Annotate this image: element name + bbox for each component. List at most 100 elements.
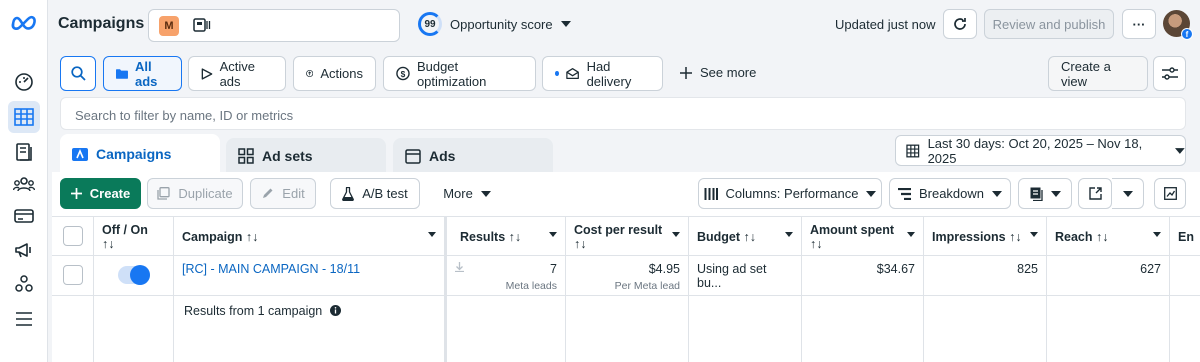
- see-more-filters[interactable]: See more: [680, 65, 756, 80]
- filter-actions[interactable]: Actions: [293, 56, 376, 91]
- create-view-button[interactable]: Create a view: [1048, 56, 1148, 91]
- account-overview-icon[interactable]: [8, 66, 40, 98]
- pencil-icon: [263, 188, 273, 198]
- header-ends-label: En: [1178, 230, 1194, 244]
- duplicate-button[interactable]: Duplicate: [147, 178, 243, 209]
- cost-sub: Per Meta lead: [614, 280, 680, 292]
- header-off-on[interactable]: Off / On ↑↓: [94, 217, 174, 257]
- charts-button[interactable]: [1154, 178, 1186, 209]
- summary-blank-cell: [94, 296, 174, 362]
- plus-icon: [680, 66, 692, 79]
- search-toggle-button[interactable]: [60, 56, 96, 91]
- filter-all-ads-label: All ads: [134, 58, 158, 89]
- columns-icon: [704, 187, 718, 200]
- filter-budget-optimization[interactable]: $ Budget optimization: [383, 56, 536, 91]
- top-bar: Campaigns M 99 Opportunity score Updated…: [48, 0, 1200, 48]
- campaign-toggle[interactable]: [118, 265, 150, 285]
- events-manager-icon[interactable]: [8, 268, 40, 300]
- table-row[interactable]: [RC] - MAIN CAMPAIGN - 18/11 7 Meta lead…: [52, 256, 1200, 296]
- breakdown-dropdown[interactable]: Breakdown: [889, 178, 1011, 209]
- review-publish-button[interactable]: Review and publish: [984, 9, 1114, 39]
- chevron-down-icon: [560, 21, 571, 27]
- search-icon: [70, 66, 86, 81]
- columns-label: Columns: Performance: [725, 186, 859, 201]
- row-checkbox[interactable]: [63, 265, 83, 285]
- campaign-name-link[interactable]: [RC] - MAIN CAMPAIGN - 18/11: [174, 256, 445, 295]
- tab-ad-sets[interactable]: Ad sets: [226, 138, 386, 174]
- menu-hamburger-icon[interactable]: [8, 303, 40, 335]
- more-actions-button[interactable]: More: [432, 178, 502, 209]
- opportunity-score[interactable]: 99 Opportunity score: [418, 12, 571, 36]
- account-selector[interactable]: M: [148, 9, 400, 42]
- columns-dropdown[interactable]: Columns: Performance: [698, 178, 882, 209]
- circle-arrow-up-icon: [306, 69, 314, 78]
- header-reach-label: Reach ↑↓: [1055, 230, 1109, 244]
- header-ends[interactable]: En: [1170, 217, 1200, 257]
- tab-ads[interactable]: Ads: [393, 138, 553, 174]
- filter-active-ads-label: Active ads: [219, 58, 255, 89]
- active-filter-dot: [555, 71, 560, 76]
- filter-active-ads[interactable]: Active ads: [188, 56, 286, 91]
- reach-cell: 627: [1047, 256, 1170, 295]
- summary-blank-cell: [802, 296, 924, 362]
- download-arrow-icon: [455, 262, 464, 272]
- catalog-icon[interactable]: [8, 136, 40, 168]
- chevron-down-icon: [866, 190, 877, 197]
- header-reach[interactable]: Reach ↑↓: [1047, 217, 1170, 257]
- plus-icon: [70, 188, 82, 199]
- sort-icon: ↑↓: [810, 237, 823, 251]
- header-budget-label: Budget ↑↓: [697, 230, 757, 244]
- reports-icon: [1030, 187, 1043, 201]
- filter-had-delivery[interactable]: Had delivery: [542, 56, 663, 91]
- campaigns-panel: Create Duplicate Edit A/B test More Colu…: [52, 172, 1200, 362]
- reports-dropdown[interactable]: [1018, 178, 1072, 209]
- header-impressions[interactable]: Impressions ↑↓: [924, 217, 1047, 257]
- ab-test-button[interactable]: A/B test: [330, 178, 420, 209]
- more-options-button[interactable]: ···: [1122, 9, 1156, 39]
- header-amount-spent[interactable]: Amount spent ↑↓: [802, 217, 924, 257]
- export-button[interactable]: [1078, 178, 1112, 209]
- header-amount-spent-label: Amount spent: [810, 223, 895, 237]
- view-settings-button[interactable]: [1153, 56, 1186, 91]
- results-value: 7: [550, 262, 557, 276]
- header-select: [52, 217, 94, 257]
- campaigns-table-icon[interactable]: [8, 101, 40, 133]
- header-impressions-label: Impressions ↑↓: [932, 230, 1022, 244]
- chevron-down-icon: [1030, 232, 1038, 237]
- amount-spent-cell: $34.67: [802, 256, 924, 295]
- tab-campaigns-label: Campaigns: [96, 146, 172, 162]
- export-dropdown[interactable]: [1112, 178, 1144, 209]
- tab-campaigns[interactable]: Campaigns: [60, 134, 220, 174]
- header-cost-per-result[interactable]: Cost per result ↑↓: [566, 217, 689, 257]
- info-icon[interactable]: [329, 305, 341, 316]
- cost-cell: $4.95 Per Meta lead: [566, 256, 689, 295]
- header-budget[interactable]: Budget ↑↓: [689, 217, 802, 257]
- page-title: Campaigns: [58, 15, 145, 32]
- billing-card-icon[interactable]: [8, 200, 40, 232]
- sliders-icon: [1161, 66, 1178, 80]
- filter-budget-optimization-label: Budget optimization: [416, 58, 487, 89]
- audiences-icon[interactable]: [8, 168, 40, 200]
- refresh-button[interactable]: [943, 9, 977, 39]
- user-avatar[interactable]: f: [1163, 10, 1193, 40]
- calendar-grid-icon: [906, 144, 920, 157]
- header-cost-per-result-label: Cost per result: [574, 223, 663, 237]
- date-range-picker[interactable]: Last 30 days: Oct 20, 2025 – Nov 18, 202…: [895, 135, 1186, 166]
- create-button[interactable]: Create: [60, 178, 141, 209]
- summary-blank-cell: [689, 296, 802, 362]
- chevron-down-icon: [1175, 147, 1185, 154]
- header-results[interactable]: Results ↑↓: [445, 217, 566, 257]
- meta-logo-icon[interactable]: [10, 14, 38, 30]
- filter-all-ads[interactable]: All ads: [103, 56, 182, 91]
- chevron-down-icon: [785, 232, 793, 237]
- breakdown-label: Breakdown: [918, 186, 985, 201]
- ad-account-icon: [193, 18, 211, 32]
- search-input[interactable]: Search to filter by name, ID or metrics: [60, 97, 1186, 130]
- edit-button[interactable]: Edit: [250, 178, 316, 209]
- folder-icon: [116, 68, 128, 79]
- header-campaign[interactable]: Campaign ↑↓: [174, 217, 445, 257]
- header-off-on-label: Off / On: [102, 223, 148, 237]
- megaphone-icon[interactable]: [8, 234, 40, 266]
- trend-chart-icon: [1163, 187, 1177, 200]
- select-all-checkbox[interactable]: [63, 226, 83, 246]
